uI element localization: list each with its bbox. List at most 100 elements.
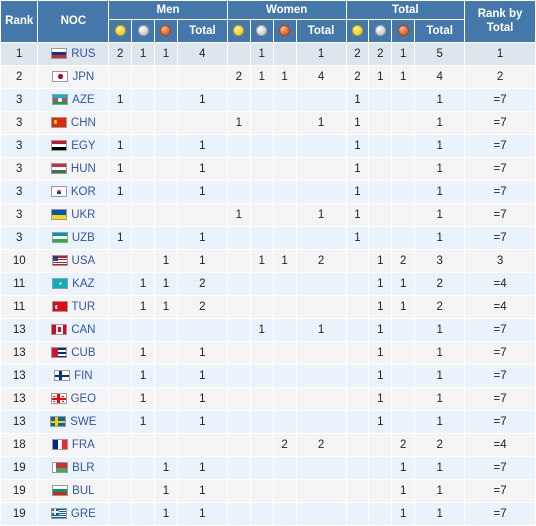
noc-code-link[interactable]: KAZ	[72, 278, 94, 290]
noc-code-link[interactable]: GRE	[71, 508, 96, 520]
cell-rank: 13	[0, 387, 39, 411]
cell-men-silver	[131, 65, 156, 89]
cell-noc[interactable]: GRE	[37, 502, 110, 526]
noc-code-link[interactable]: EGY	[71, 140, 95, 152]
cell-men-total	[176, 318, 228, 342]
cell-women-total	[295, 134, 347, 158]
noc-code-link[interactable]: RUS	[71, 48, 95, 60]
table-row[interactable]: 13 SWE 1 1 1 1 =7	[0, 410, 536, 434]
cell-women-silver	[249, 479, 274, 503]
table-row[interactable]: 11 KAZ 1 1 2 1 1 2 =4	[0, 272, 536, 296]
cell-noc[interactable]: KOR	[37, 180, 110, 204]
cell-women-total	[295, 157, 347, 181]
table-row[interactable]: 3 KOR 1 1 1 1 =7	[0, 180, 536, 204]
table-row[interactable]: 3 UZB 1 1 1 1 =7	[0, 226, 536, 250]
table-row[interactable]: 10 USA 1 1 1 1 2 1 2 3 3	[0, 249, 536, 273]
cell-noc[interactable]: JPN	[37, 65, 110, 89]
noc-code-link[interactable]: SWE	[70, 416, 96, 428]
flag-can-icon	[51, 324, 68, 336]
table-row[interactable]: 3 AZE 1 1 1 1 =7	[0, 88, 536, 112]
noc-code-link[interactable]: FRA	[72, 439, 95, 451]
noc-code-link[interactable]: JPN	[72, 71, 94, 83]
table-row[interactable]: 3 CHN 1 1 1 1 =7	[0, 111, 536, 135]
cell-noc[interactable]: HUN	[37, 157, 110, 181]
table-row[interactable]: 3 EGY 1 1 1 1 =7	[0, 134, 536, 158]
cell-rank-by-total: 3	[464, 249, 536, 273]
noc-code-link[interactable]: CHN	[71, 117, 96, 129]
cell-women-silver	[249, 456, 274, 480]
cell-noc[interactable]: USA	[37, 249, 110, 273]
cell-noc[interactable]: FRA	[37, 433, 110, 457]
cell-noc[interactable]: EGY	[37, 134, 110, 158]
cell-women-total: 1	[295, 111, 347, 135]
cell-total-bronze	[391, 318, 416, 342]
cell-rank-by-total: =7	[464, 456, 536, 480]
noc-code-link[interactable]: FIN	[74, 370, 93, 382]
noc-code-link[interactable]: AZE	[72, 94, 94, 106]
cell-total-gold: 1	[345, 203, 370, 227]
table-row[interactable]: 2 JPN 2 1 1 4 2 1 1 4 2	[0, 65, 536, 89]
cell-total-bronze	[391, 180, 416, 204]
flag-hun-icon	[50, 163, 67, 175]
cell-noc[interactable]: KAZ	[37, 272, 110, 296]
noc-code-link[interactable]: KOR	[71, 186, 96, 198]
table-row[interactable]: 3 HUN 1 1 1 1 =7	[0, 157, 536, 181]
cell-men-total: 2	[176, 272, 228, 296]
column-header-rank[interactable]: Rank	[0, 0, 39, 43]
cell-total-total: 1	[414, 88, 466, 112]
table-row[interactable]: 3 UKR 1 1 1 1 =7	[0, 203, 536, 227]
cell-noc[interactable]: GEO	[37, 387, 110, 411]
noc-code-link[interactable]: UKR	[71, 209, 95, 221]
table-row[interactable]: 18 FRA 2 2 2 2 =4	[0, 433, 536, 457]
cell-total-gold: 2	[345, 65, 370, 89]
column-header-rank-by-total[interactable]: Rank by Total	[464, 0, 536, 43]
cell-noc[interactable]: CUB	[37, 341, 110, 365]
column-header-noc[interactable]: NOC	[37, 0, 110, 43]
noc-code-link[interactable]: USA	[72, 255, 96, 267]
cell-noc[interactable]: AZE	[37, 88, 110, 112]
table-row[interactable]: 13 CUB 1 1 1 1 =7	[0, 341, 536, 365]
cell-rank-by-total: =7	[464, 479, 536, 503]
cell-women-bronze	[272, 479, 297, 503]
cell-women-total	[295, 387, 347, 411]
table-row[interactable]: 19 BLR 1 1 1 1 =7	[0, 456, 536, 480]
table-row[interactable]: 1 RUS 2 1 1 4 1 1 2 2 1 5 1	[0, 42, 536, 66]
column-header-total-silver	[368, 19, 393, 43]
cell-noc[interactable]: UKR	[37, 203, 110, 227]
table-row[interactable]: 19 GRE 1 1 1 1 =7	[0, 502, 536, 526]
cell-rank-by-total: =7	[464, 157, 536, 181]
cell-noc[interactable]: TUR	[37, 295, 110, 319]
noc-code-link[interactable]: BLR	[72, 462, 94, 474]
table-row[interactable]: 13 CAN 1 1 1 1 =7	[0, 318, 536, 342]
table-row[interactable]: 13 FIN 1 1 1 1 =7	[0, 364, 536, 388]
cell-noc[interactable]: CAN	[37, 318, 110, 342]
cell-women-bronze	[272, 295, 297, 319]
table-row[interactable]: 19 BUL 1 1 1 1 =7	[0, 479, 536, 503]
cell-men-gold: 1	[108, 157, 133, 181]
table-row[interactable]: 11 TUR 1 1 2 1 1 2 =4	[0, 295, 536, 319]
bronze-medal-icon	[279, 25, 291, 37]
cell-men-silver	[131, 157, 156, 181]
noc-code-link[interactable]: TUR	[72, 301, 96, 313]
noc-code-link[interactable]: BUL	[72, 485, 94, 497]
noc-code-link[interactable]: CUB	[71, 347, 95, 359]
cell-noc[interactable]: BUL	[37, 479, 110, 503]
cell-women-total	[295, 180, 347, 204]
cell-noc[interactable]: UZB	[37, 226, 110, 250]
noc-code-link[interactable]: UZB	[72, 232, 95, 244]
cell-women-silver	[249, 226, 274, 250]
cell-women-silver	[249, 341, 274, 365]
cell-noc[interactable]: RUS	[37, 42, 110, 66]
cell-total-gold	[345, 341, 370, 365]
cell-noc[interactable]: FIN	[37, 364, 110, 388]
cell-men-bronze	[154, 433, 178, 457]
cell-noc[interactable]: BLR	[37, 456, 110, 480]
noc-code-link[interactable]: HUN	[71, 163, 96, 175]
cell-women-silver	[249, 157, 274, 181]
cell-noc[interactable]: SWE	[37, 410, 110, 434]
cell-noc[interactable]: CHN	[37, 111, 110, 135]
table-row[interactable]: 13 GEO 1 1 1 1 =7	[0, 387, 536, 411]
cell-rank-by-total: =7	[464, 226, 536, 250]
noc-code-link[interactable]: CAN	[71, 324, 95, 336]
noc-code-link[interactable]: GEO	[71, 393, 97, 405]
